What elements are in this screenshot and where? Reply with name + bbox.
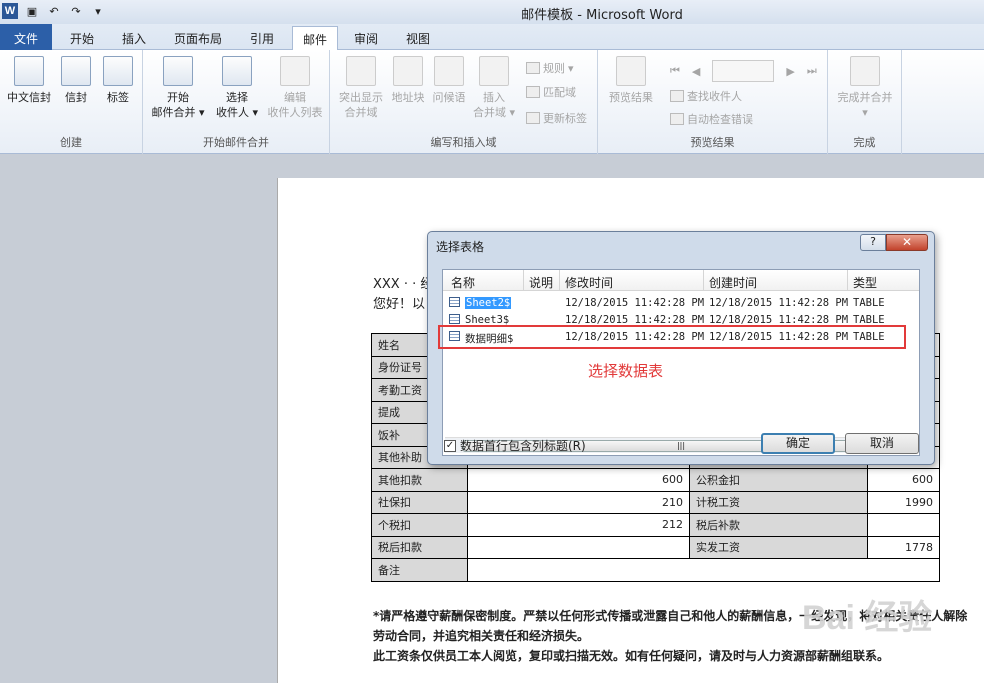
insert-merge-field-button[interactable]: 插入 合并域 ▾ bbox=[470, 56, 518, 120]
table-row: 其他扣款 600 公积金扣 600 bbox=[371, 468, 940, 492]
envelope-icon bbox=[14, 56, 44, 86]
start-mail-merge-button[interactable]: 开始 邮件合并 ▾ bbox=[147, 56, 209, 120]
checkbox-check-icon[interactable]: ✓ bbox=[444, 439, 456, 452]
close-button[interactable]: ✕ bbox=[886, 234, 928, 251]
dialog-title: 选择表格 bbox=[436, 240, 485, 254]
document-icon bbox=[163, 56, 193, 86]
column-modified[interactable]: 修改时间 bbox=[565, 274, 613, 291]
preview-results-button[interactable]: 预览结果 bbox=[602, 56, 660, 105]
group-finish: 完成并合并 ▾ 完成 bbox=[828, 50, 902, 154]
address-block-icon bbox=[393, 56, 423, 86]
record-navigation: ⏮ ◀ ▶ ⏭ bbox=[670, 60, 817, 82]
salutation-line: 您好！以 bbox=[373, 297, 426, 312]
finish-merge-icon bbox=[850, 56, 880, 86]
column-description[interactable]: 说明 bbox=[529, 274, 553, 291]
edit-recipient-list-button[interactable]: 编辑 收件人列表 bbox=[263, 56, 327, 120]
tab-references[interactable]: 引用 bbox=[240, 26, 284, 50]
group-write-insert-fields: 突出显示 合并域 地址块 问候语 插入 合并域 ▾ 规则 ▾ 匹配域 更新标签 编写… bbox=[330, 50, 598, 154]
record-number-input[interactable] bbox=[712, 60, 775, 82]
address-block-button[interactable]: 地址块 bbox=[388, 56, 428, 105]
column-name[interactable]: 名称 bbox=[451, 274, 475, 291]
insert-field-icon bbox=[479, 56, 509, 86]
tab-mailings[interactable]: 邮件 bbox=[292, 26, 339, 50]
column-type[interactable]: 类型 bbox=[853, 274, 877, 291]
window-title: 邮件模板 - Microsoft Word bbox=[521, 8, 683, 23]
greeting-line: XXX · · 经 bbox=[373, 277, 434, 292]
last-record-icon[interactable]: ⏭ bbox=[807, 64, 817, 78]
envelopes-button[interactable]: 信封 bbox=[56, 56, 96, 105]
auto-check-errors-button[interactable]: 自动检查错误 bbox=[670, 111, 753, 127]
disclaimer-note: 此工资条仅供员工本人阅览，复印或扫描无效。如有任何疑问，请及时与人力资源部薪酬组… bbox=[373, 649, 890, 663]
first-record-icon[interactable]: ⏮ bbox=[670, 64, 680, 78]
tab-view[interactable]: 视图 bbox=[396, 26, 440, 50]
select-recipients-button[interactable]: 选择 收件人 ▾ bbox=[211, 56, 263, 120]
find-recipient-button[interactable]: 查找收件人 bbox=[670, 88, 742, 104]
recipients-icon bbox=[222, 56, 252, 86]
group-preview-results: 预览结果 ⏮ ◀ ▶ ⏭ 查找收件人 自动检查错误 预览结果 bbox=[598, 50, 828, 154]
edit-list-icon bbox=[280, 56, 310, 86]
ribbon-tabs: 文件 开始 插入 页面布局 引用 邮件 审阅 视图 bbox=[0, 24, 984, 50]
envelope-icon bbox=[61, 56, 91, 86]
tab-home[interactable]: 开始 bbox=[60, 26, 104, 50]
table-list[interactable]: 名称 说明 修改时间 创建时间 类型 Sheet2$ 12/18/2015 11… bbox=[442, 269, 920, 456]
cancel-button[interactable]: 取消 bbox=[845, 433, 919, 454]
table-row: 税后扣款 实发工资 1778 bbox=[371, 535, 940, 559]
ok-button[interactable]: 确定 bbox=[761, 433, 835, 454]
tab-insert[interactable]: 插入 bbox=[112, 26, 156, 50]
tab-review[interactable]: 审阅 bbox=[344, 26, 388, 50]
update-labels-icon bbox=[526, 112, 540, 124]
ribbon: 中文信封 信封 标签 创建 开始 邮件合并 ▾ 选择 收件人 ▾ 编辑 收件人列表 开… bbox=[0, 50, 984, 154]
update-labels-button[interactable]: 更新标签 bbox=[526, 110, 587, 126]
annotation-text: 选择数据表 bbox=[588, 362, 664, 380]
chinese-envelope-button[interactable]: 中文信封 bbox=[4, 56, 54, 105]
help-button[interactable]: ? bbox=[860, 234, 886, 251]
select-table-dialog: 选择表格 ? ✕ 名称 说明 修改时间 创建时间 类型 Sheet2$ 12/1… bbox=[427, 231, 935, 465]
table-row: 个税扣 212 税后补款 bbox=[371, 513, 940, 537]
watermark: Bai 经验 bbox=[802, 599, 933, 637]
greeting-line-button[interactable]: 问候语 bbox=[428, 56, 470, 105]
table-row: 社保扣 210 计税工资 1990 bbox=[371, 490, 940, 514]
magnifier-icon bbox=[616, 56, 646, 86]
tab-file[interactable]: 文件 bbox=[0, 24, 52, 50]
next-record-icon[interactable]: ▶ bbox=[786, 65, 794, 78]
table-icon bbox=[449, 297, 460, 307]
checkbox-label: 数据首行包含列标题(R) bbox=[460, 439, 586, 453]
finish-and-merge-button[interactable]: 完成并合并 ▾ bbox=[832, 56, 898, 120]
title-bar: W ▣ ↶ ↷ ▾ 邮件模板 - Microsoft Word bbox=[0, 0, 984, 24]
check-errors-icon bbox=[670, 113, 684, 125]
labels-icon bbox=[103, 56, 133, 86]
rules-icon bbox=[526, 62, 540, 74]
table-row: 备注 bbox=[371, 558, 940, 582]
list-header: 名称 说明 修改时间 创建时间 类型 bbox=[443, 270, 919, 291]
rules-button[interactable]: 规则 ▾ bbox=[526, 60, 574, 76]
highlight-merge-fields-button[interactable]: 突出显示 合并域 bbox=[334, 56, 388, 120]
tab-page-layout[interactable]: 页面布局 bbox=[164, 26, 232, 50]
match-fields-button[interactable]: 匹配域 bbox=[526, 84, 576, 100]
list-item[interactable]: Sheet2$ 12/18/2015 11:42:28 PM 12/18/201… bbox=[443, 295, 919, 312]
column-created[interactable]: 创建时间 bbox=[709, 274, 757, 291]
dialog-window-buttons: ? ✕ bbox=[860, 234, 928, 251]
greeting-icon bbox=[434, 56, 464, 86]
labels-button[interactable]: 标签 bbox=[98, 56, 138, 105]
find-icon bbox=[670, 90, 684, 102]
table-icon bbox=[449, 314, 460, 324]
match-fields-icon bbox=[526, 86, 540, 98]
group-create: 中文信封 信封 标签 创建 bbox=[0, 50, 143, 154]
highlight-box bbox=[438, 325, 906, 349]
highlight-icon bbox=[346, 56, 376, 86]
previous-record-icon[interactable]: ◀ bbox=[692, 65, 700, 78]
group-start-mail-merge: 开始 邮件合并 ▾ 选择 收件人 ▾ 编辑 收件人列表 开始邮件合并 bbox=[143, 50, 330, 154]
header-row-checkbox[interactable]: ✓ 数据首行包含列标题(R) bbox=[444, 437, 586, 454]
